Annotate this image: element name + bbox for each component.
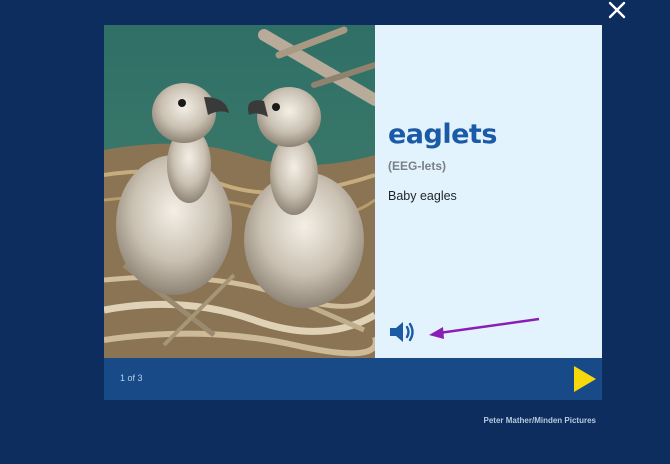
- glossary-word: eaglets: [388, 119, 497, 150]
- page-counter: 1 of 3: [120, 373, 143, 383]
- modal-footer: 1 of 3: [104, 358, 602, 400]
- audio-button[interactable]: [388, 319, 418, 345]
- photo-credit: Peter Mather/Minden Pictures: [483, 416, 596, 425]
- eaglets-photo: [104, 25, 375, 358]
- next-button[interactable]: [569, 363, 599, 395]
- close-button[interactable]: [603, 0, 631, 24]
- glossary-modal: eaglets (EEG-lets) Baby eagles 1 of 3: [104, 25, 602, 400]
- pronunciation: (EEG-lets): [388, 159, 447, 173]
- play-triangle-icon: [574, 366, 596, 392]
- word-card: eaglets (EEG-lets) Baby eagles: [375, 25, 602, 358]
- close-icon: [608, 1, 626, 19]
- annotation-arrow: [429, 317, 540, 339]
- definition: Baby eagles: [388, 189, 457, 203]
- speaker-icon: [390, 322, 414, 342]
